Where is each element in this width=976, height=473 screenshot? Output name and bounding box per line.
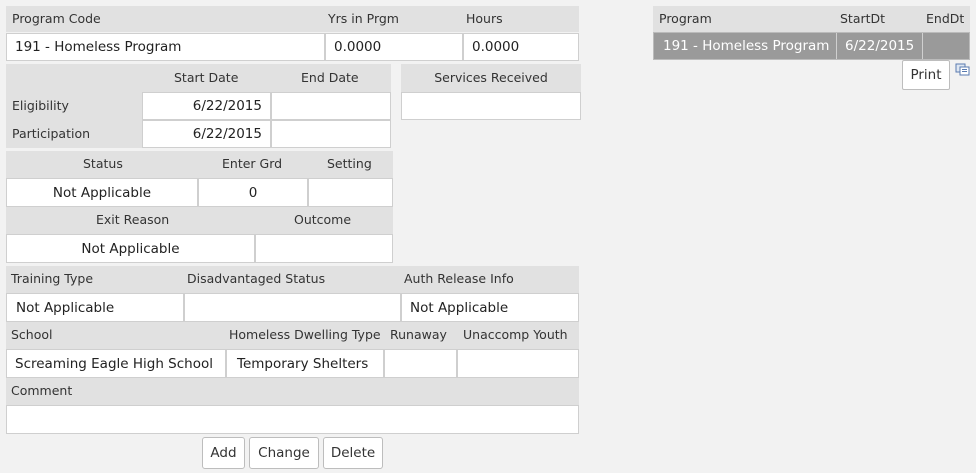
dates-header-bar: Start Date End Date [6,64,391,92]
program-list-row-startdt: 6/22/2015 [845,38,915,54]
hours-value[interactable]: 0.0000 [463,33,579,61]
exit-reason-value[interactable]: Not Applicable [6,234,255,263]
exit-reason-label: Exit Reason [96,212,170,227]
copy-icon[interactable] [955,63,971,77]
runaway-value[interactable] [384,349,457,378]
runaway-label: Runaway [390,327,447,342]
outcome-label: Outcome [294,212,352,227]
eligibility-start-date[interactable]: 6/22/2015 [142,92,271,120]
auth-release-info-label: Auth Release Info [404,271,514,286]
unaccomp-youth-label: Unaccomp Youth [463,327,568,342]
program-list-row[interactable]: 191 - Homeless Program 6/22/2015 [653,32,970,60]
outcome-value[interactable] [255,234,393,263]
unaccomp-youth-value[interactable] [457,349,579,378]
disadvantaged-status-label: Disadvantaged Status [187,271,326,286]
homeless-dwelling-type-value[interactable]: Temporary Shelters [226,349,384,378]
training-header-bar: Training Type Disadvantaged Status Auth … [6,266,579,293]
homeless-dwelling-type-label: Homeless Dwelling Type [229,327,381,342]
status-label: Status [83,156,123,171]
hours-label: Hours [466,11,503,26]
yrs-in-program-label: Yrs in Prgm [328,11,399,26]
auth-release-info-value[interactable]: Not Applicable [401,293,579,322]
training-type-value[interactable]: Not Applicable [6,293,184,322]
setting-value[interactable] [308,178,393,207]
participation-row-label: Participation [6,120,142,148]
status-header-bar: Status Enter Grd Setting [6,151,393,178]
program-code-label: Program Code [12,11,101,26]
eligibility-end-date[interactable] [271,92,391,120]
participation-start-date[interactable]: 6/22/2015 [142,120,271,148]
enter-grd-label: Enter Grd [222,156,283,171]
training-type-label: Training Type [11,271,94,286]
change-button[interactable]: Change [249,437,319,469]
services-received-header: Services Received [401,64,581,92]
comment-value[interactable] [6,405,579,434]
school-header-bar: School Homeless Dwelling Type Runaway Un… [6,322,579,349]
column-divider [922,33,923,59]
program-list-header: Program StartDt EndDt [653,6,970,32]
column-divider [836,33,837,59]
comment-header-bar: Comment [6,378,579,405]
setting-label: Setting [327,156,372,171]
program-column-header[interactable]: Program [659,6,712,32]
delete-button[interactable]: Delete [323,437,383,469]
program-list-row-program: 191 - Homeless Program [663,38,830,54]
exit-header-bar: Exit Reason Outcome [6,207,393,234]
print-button[interactable]: Print [902,60,950,90]
disadvantaged-status-value[interactable] [184,293,401,322]
end-date-label: End Date [301,70,359,85]
program-header-bar: Program Code Yrs in Prgm Hours [6,6,579,32]
services-received-value[interactable] [401,92,581,120]
participation-end-date[interactable] [271,120,391,148]
enter-grd-value[interactable]: 0 [198,178,308,207]
school-value[interactable]: Screaming Eagle High School [6,349,226,378]
enddt-column-header[interactable]: EndDt [926,6,964,32]
status-value[interactable]: Not Applicable [6,178,198,207]
comment-label: Comment [11,383,73,398]
start-date-label: Start Date [174,70,239,85]
eligibility-row-label: Eligibility [6,92,142,120]
startdt-column-header[interactable]: StartDt [840,6,885,32]
add-button[interactable]: Add [202,437,245,469]
school-label: School [11,327,53,342]
yrs-in-program-value[interactable]: 0.0000 [325,33,463,61]
program-code-value[interactable]: 191 - Homeless Program [6,33,325,61]
